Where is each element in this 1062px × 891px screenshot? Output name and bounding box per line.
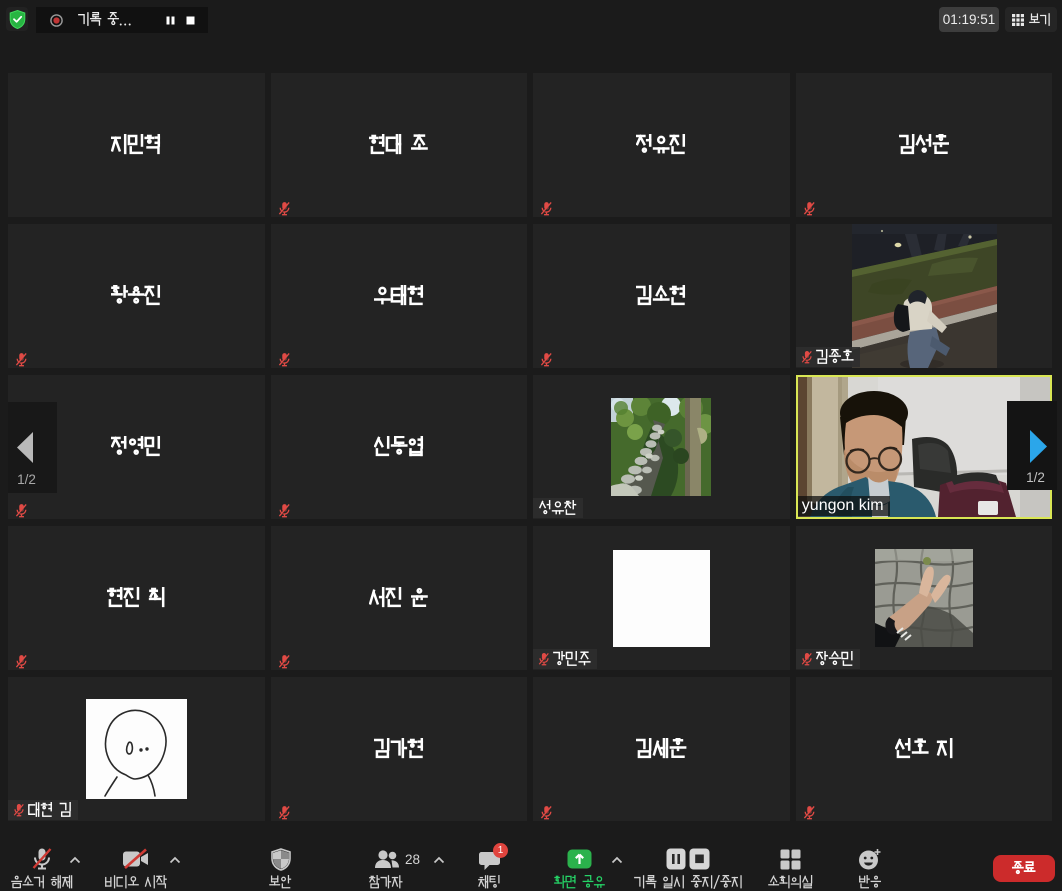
svg-text:1/2: 1/2 [17,472,36,487]
svg-text:1/2: 1/2 [1026,470,1045,485]
